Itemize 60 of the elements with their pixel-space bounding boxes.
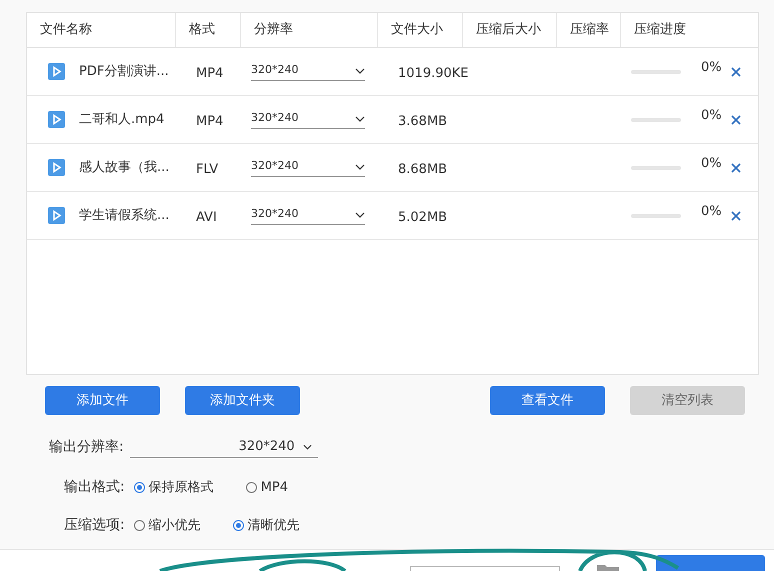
file-name: PDF分割演讲... [79, 62, 169, 81]
format-cell: MP4 [196, 114, 224, 128]
size-cell: 8.68MB [398, 162, 448, 176]
chevron-icon [355, 212, 365, 218]
table-row[interactable]: 二哥和人.mp4 MP4 320*240 3.68MB 0% [27, 96, 758, 144]
column-header: 文件大小 [391, 21, 443, 40]
resolution-dropdown[interactable]: 320*240 [130, 437, 318, 458]
play-icon [48, 207, 65, 224]
play-icon [48, 159, 65, 176]
column-header: 压缩后大小 [476, 21, 541, 40]
table-row[interactable]: 感人故事（我... FLV 320*240 8.68MB 0% [27, 144, 758, 192]
action-button[interactable]: 添加文件夹 [185, 386, 300, 415]
radio-option[interactable]: 保持原格式 [134, 478, 214, 498]
radio-icon[interactable] [246, 482, 257, 493]
resolution-dropdown[interactable]: 320*240 [251, 62, 365, 81]
field-label: 压缩选项: [64, 516, 125, 535]
resolution-dropdown[interactable]: 320*240 [251, 206, 365, 225]
progress-percent: 0% [701, 154, 722, 173]
format-cell: AVI [196, 210, 217, 224]
radio-icon[interactable] [134, 482, 145, 493]
file-name: 二哥和人.mp4 [79, 110, 164, 129]
radio-option[interactable]: 缩小优先 [134, 516, 201, 536]
column-header: 分辨率 [254, 21, 293, 40]
progress-percent: 0% [701, 106, 722, 125]
table-row[interactable]: 学生请假系统... AVI 320*240 5.02MB 0% [27, 192, 758, 240]
close-icon[interactable] [730, 66, 741, 76]
chevron-icon [355, 116, 365, 122]
folder-icon[interactable] [597, 565, 619, 571]
radio-icon[interactable] [134, 520, 145, 531]
radio-option[interactable]: 清晰优先 [232, 516, 300, 536]
table-row[interactable]: PDF分割演讲... MP4 320*240 1019.90KE 0% [27, 48, 758, 96]
size-cell: 3.68MB [398, 114, 448, 128]
action-button[interactable]: 添加文件 [45, 386, 160, 415]
close-icon[interactable] [730, 210, 741, 220]
column-header: 压缩进度 [634, 21, 686, 40]
field-label: 输出格式: [64, 478, 125, 497]
action-button[interactable]: 查看文件 [490, 386, 605, 415]
chevron-icon [355, 68, 365, 74]
radio-icon[interactable] [232, 520, 244, 531]
column-header: 文件名称 [40, 21, 92, 40]
format-cell: MP4 [196, 66, 224, 80]
chevron-icon [355, 164, 365, 170]
resolution-dropdown[interactable]: 320*240 [251, 110, 365, 129]
play-icon [48, 63, 65, 80]
column-header: 压缩率 [570, 21, 609, 40]
close-icon[interactable] [730, 162, 741, 172]
format-cell: FLV [196, 162, 218, 176]
progress-percent: 0% [701, 202, 722, 221]
file-name: 学生请假系统... [79, 206, 170, 225]
progress-percent: 0% [701, 58, 722, 77]
close-icon[interactable] [730, 114, 741, 124]
play-icon [48, 111, 65, 128]
file-name: 感人故事（我... [79, 158, 170, 177]
chevron-icon [302, 444, 312, 450]
field-label: 输出分辨率: [49, 438, 124, 457]
column-header: 格式 [189, 21, 215, 40]
size-cell: 5.02MB [398, 210, 448, 224]
resolution-dropdown[interactable]: 320*240 [251, 158, 365, 177]
size-cell: 1019.90KE [398, 66, 468, 80]
radio-option[interactable]: MP4 [246, 478, 288, 498]
